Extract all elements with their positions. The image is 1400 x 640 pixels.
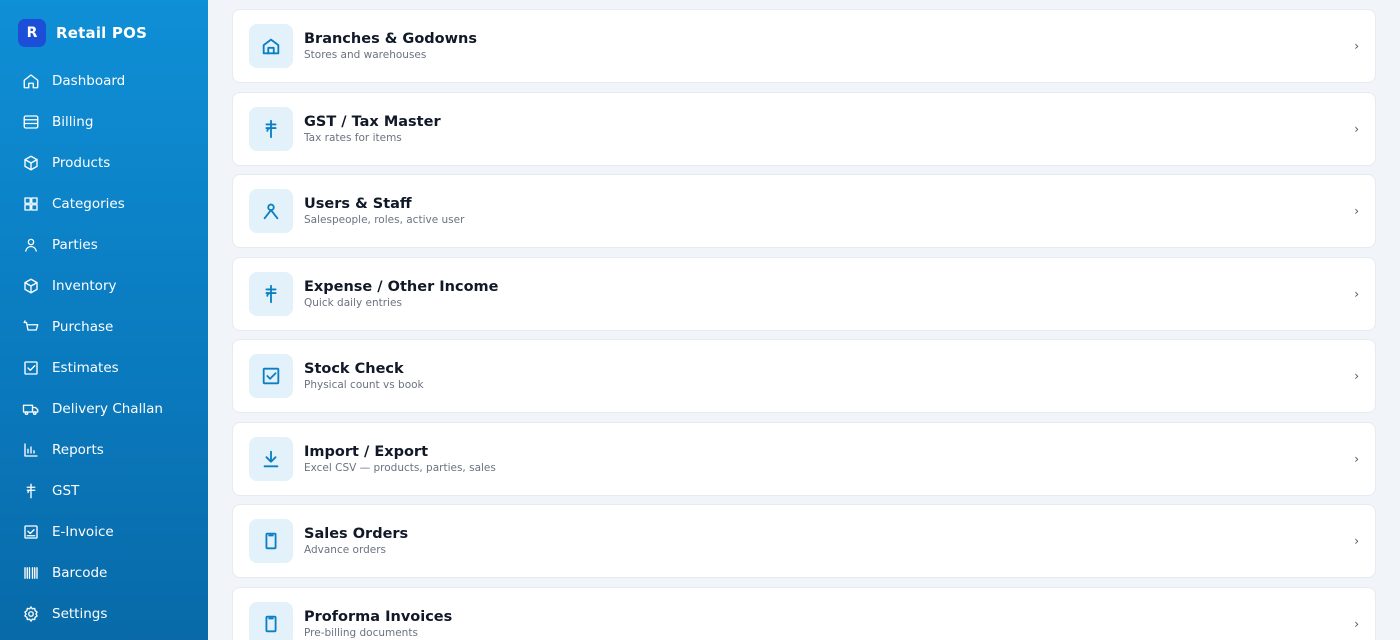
sidebar-item-reports[interactable]: Reports	[0, 429, 208, 470]
sidebar-item-parties[interactable]: Parties	[0, 224, 208, 265]
sidebar-item-label: E-Invoice	[52, 523, 114, 540]
cart-icon	[22, 318, 40, 336]
card-expense-other-income[interactable]: Expense / Other Income Quick daily entri…	[232, 256, 1376, 331]
card-users-staff[interactable]: Users & Staff Salespeople, roles, active…	[232, 174, 1376, 248]
chevron-right-icon: ›	[1354, 39, 1359, 53]
sidebar-item-billing[interactable]: Billing	[0, 101, 208, 142]
card-subtitle: Tax rates for items	[304, 131, 402, 144]
sidebar-item-label: Dashboard	[52, 72, 126, 89]
rupee-icon	[249, 106, 293, 151]
card-import-export[interactable]: Import / Export Excel CSV — products, pa…	[232, 421, 1376, 496]
checkbox-icon	[22, 359, 40, 377]
card-title: Proforma Invoices	[304, 608, 453, 625]
sidebar-item-label: Inventory	[52, 277, 117, 294]
sidebar-item-dashboard[interactable]: Dashboard	[0, 60, 208, 101]
card-title: Branches & Godowns	[304, 31, 477, 47]
sidebar-item-estimates[interactable]: Estimates	[0, 347, 208, 388]
checkbox-icon	[249, 354, 293, 398]
sidebar-item-label: Delivery Challan	[52, 400, 163, 417]
card-title: Users & Staff	[304, 196, 412, 212]
card-title: GST / Tax Master	[304, 113, 441, 130]
sidebar-item-e-invoice[interactable]: E-Invoice	[0, 511, 208, 552]
brand[interactable]: R Retail POS	[18, 18, 147, 48]
sidebar-item-label: Products	[52, 154, 111, 171]
card-subtitle: Stores and warehouses	[304, 49, 427, 61]
sidebar-item-purchase[interactable]: Purchase	[0, 306, 208, 347]
chevron-right-icon: ›	[1354, 121, 1359, 136]
sidebar: R Retail POS Dashboard Billing Products …	[0, 0, 208, 640]
chevron-right-icon: ›	[1354, 286, 1359, 301]
card-stock-check[interactable]: Stock Check Physical count vs book ›	[232, 339, 1376, 413]
document-icon	[249, 601, 293, 640]
sidebar-nav: Dashboard Billing Products Categories Pa…	[0, 60, 208, 634]
chevron-right-icon: ›	[1354, 369, 1359, 383]
card-subtitle: Physical count vs book	[304, 379, 424, 391]
home-icon	[249, 24, 293, 68]
user-icon	[22, 236, 40, 254]
card-subtitle: Pre-billing documents	[304, 626, 418, 639]
card-title: Import / Export	[304, 443, 429, 460]
sidebar-item-products[interactable]: Products	[0, 142, 208, 183]
card-proforma-invoices[interactable]: Proforma Invoices Pre-billing documents …	[232, 586, 1376, 640]
chevron-right-icon: ›	[1354, 616, 1359, 631]
settings-card-list: Branches & Godowns Stores and warehouses…	[232, 9, 1376, 640]
sidebar-item-label: GST	[52, 482, 80, 499]
cube-icon	[22, 277, 40, 295]
sidebar-item-label: Categories	[52, 195, 125, 212]
main-content: Branches & Godowns Stores and warehouses…	[208, 0, 1400, 640]
sidebar-item-gst[interactable]: GST	[0, 470, 208, 511]
invoice-icon	[22, 523, 40, 541]
truck-icon	[22, 400, 40, 418]
brand-logo: R	[18, 19, 46, 47]
sidebar-item-label: Estimates	[52, 359, 119, 376]
card-title: Expense / Other Income	[304, 278, 499, 295]
chevron-right-icon: ›	[1354, 534, 1359, 548]
card-title: Stock Check	[304, 361, 404, 377]
sidebar-item-label: Barcode	[52, 564, 108, 581]
box-icon	[22, 154, 40, 172]
brand-name: Retail POS	[56, 24, 148, 42]
rupee-icon	[22, 482, 40, 500]
sidebar-item-categories[interactable]: Categories	[0, 183, 208, 224]
home-icon	[22, 72, 40, 90]
download-icon	[249, 436, 293, 481]
bar-chart-icon	[22, 441, 40, 459]
card-subtitle: Salespeople, roles, active user	[304, 214, 465, 226]
billing-icon	[22, 113, 40, 131]
sidebar-item-barcode[interactable]: Barcode	[0, 552, 208, 593]
sidebar-item-label: Purchase	[52, 318, 114, 335]
document-icon	[249, 519, 293, 563]
rupee-icon	[249, 271, 293, 316]
card-sales-orders[interactable]: Sales Orders Advance orders ›	[232, 504, 1376, 578]
card-branches-godowns[interactable]: Branches & Godowns Stores and warehouses…	[232, 9, 1376, 83]
sidebar-item-label: Parties	[52, 236, 98, 253]
sidebar-item-label: Billing	[52, 113, 94, 130]
card-subtitle: Advance orders	[304, 544, 387, 556]
user-icon	[249, 189, 293, 233]
sidebar-item-inventory[interactable]: Inventory	[0, 265, 208, 306]
grid-icon	[22, 195, 40, 213]
card-title: Sales Orders	[304, 526, 409, 542]
gear-icon	[22, 605, 40, 623]
chevron-right-icon: ›	[1354, 451, 1359, 466]
card-subtitle: Quick daily entries	[304, 296, 402, 309]
sidebar-item-delivery-challan[interactable]: Delivery Challan	[0, 388, 208, 429]
chevron-right-icon: ›	[1354, 204, 1359, 218]
sidebar-item-settings[interactable]: Settings	[0, 593, 208, 634]
card-subtitle: Excel CSV — products, parties, sales	[304, 461, 496, 474]
sidebar-item-label: Reports	[52, 441, 104, 458]
sidebar-item-label: Settings	[52, 605, 108, 622]
barcode-icon	[22, 564, 40, 582]
card-gst-tax-master[interactable]: GST / Tax Master Tax rates for items ›	[232, 91, 1376, 166]
